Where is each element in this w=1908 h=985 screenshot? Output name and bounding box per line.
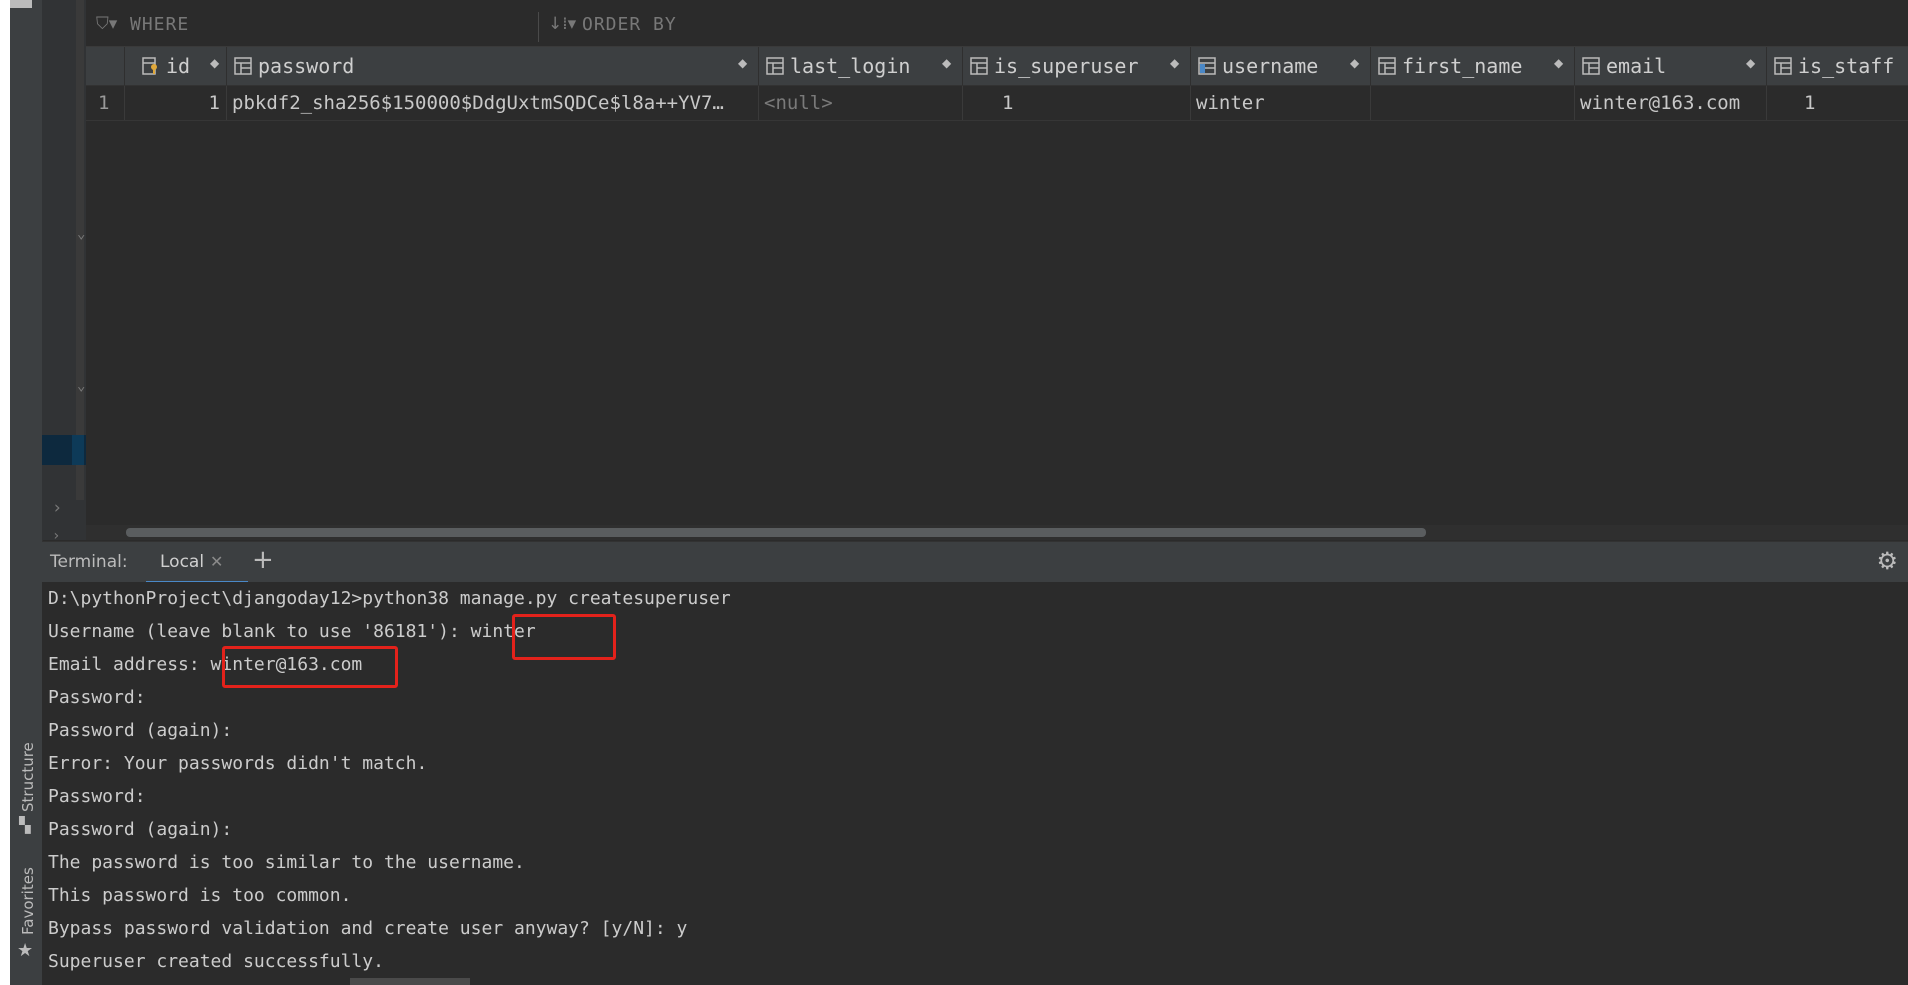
row-number: 1	[98, 92, 110, 114]
column-name: email	[1606, 54, 1667, 78]
sort-icon[interactable]: ↓⁞▾	[548, 14, 576, 34]
horizontal-scrollbar-thumb[interactable]	[126, 528, 1426, 537]
column-header-is-superuser[interactable]: is_superuser ◆	[962, 47, 1191, 85]
cell-last-login[interactable]: <null>	[758, 86, 963, 120]
structure-tab-label: Structure	[19, 742, 37, 812]
filter-divider	[538, 12, 539, 42]
column-header-username[interactable]: username ◆	[1190, 47, 1371, 85]
structure-tab[interactable]: Structure	[19, 742, 37, 812]
column-name: password	[258, 54, 355, 78]
cell-value: pbkdf2_sha256$150000$DdgUxtmSQDCe$l8a++Y…	[232, 92, 724, 114]
terminal-line: Error: Your passwords didn't match.	[48, 753, 428, 774]
cell-is-superuser[interactable]: 1	[962, 86, 1191, 120]
cell-value: 1	[1804, 92, 1816, 114]
gear-icon[interactable]: ⚙	[1876, 547, 1898, 575]
terminal-line: Password (again):	[48, 720, 233, 741]
terminal-scroll-thumb[interactable]	[350, 978, 470, 985]
column-header-first-name[interactable]: first_name ◆	[1370, 47, 1575, 85]
column-header-id[interactable]: id ◆	[124, 47, 227, 85]
terminal-title: Terminal:	[50, 552, 128, 572]
column-name: first_name	[1402, 54, 1523, 78]
cell-value: 1	[1002, 92, 1014, 114]
terminal-line: The password is too similar to the usern…	[48, 852, 525, 873]
add-tab-icon[interactable]: +	[252, 545, 274, 575]
terminal-line: Superuser created successfully.	[48, 951, 384, 972]
indexed-column-icon	[1198, 57, 1216, 75]
column-icon	[234, 57, 252, 75]
cell-value: <null>	[764, 92, 833, 114]
sort-toggle-icon[interactable]: ◆	[1554, 56, 1563, 70]
table-row[interactable]: 1 1 pbkdf2_sha256$150000$DdgUxtmSQDCe$l8…	[86, 86, 1908, 121]
column-icon	[970, 57, 988, 75]
side-tool-bar: Structure ▚ Favorites ★	[10, 0, 43, 985]
column-name: username	[1222, 54, 1319, 78]
star-icon: ★	[17, 940, 34, 961]
column-name: is_superuser	[994, 54, 1139, 78]
cell-value: winter@163.com	[1580, 92, 1741, 114]
column-icon	[1378, 57, 1396, 75]
cell-username[interactable]: winter	[1190, 86, 1371, 120]
cell-first-name[interactable]	[1370, 86, 1575, 120]
column-icon	[1582, 57, 1600, 75]
row-number-header	[86, 47, 125, 85]
sort-toggle-icon[interactable]: ◆	[1350, 56, 1359, 70]
fold-marker-icon[interactable]: ⌄	[77, 378, 85, 394]
terminal-line: Username (leave blank to use '86181'): w…	[48, 621, 536, 642]
terminal-line: Password:	[48, 786, 146, 807]
terminal-line: Bypass password validation and create us…	[48, 918, 688, 939]
terminal-line: Password (again):	[48, 819, 233, 840]
sort-toggle-icon[interactable]: ◆	[738, 56, 747, 70]
favorites-tab[interactable]: Favorites	[19, 867, 37, 935]
fold-marker-icon[interactable]: ⌄	[77, 226, 85, 242]
terminal-output[interactable]: D:\pythonProject\djangoday12>python38 ma…	[42, 582, 1908, 985]
column-name: last_login	[790, 54, 911, 78]
filter-icon[interactable]: ⛉▾	[96, 14, 117, 34]
table-header: id ◆ password ◆ last_login ◆ is_superuse…	[86, 47, 1908, 86]
column-header-last-login[interactable]: last_login ◆	[758, 47, 963, 85]
highlight-box-username	[512, 614, 616, 660]
terminal-tab-label: Local	[160, 552, 205, 572]
sort-toggle-icon[interactable]: ◆	[942, 56, 951, 70]
primary-key-column-icon	[142, 57, 157, 75]
row-number-cell[interactable]: 1	[86, 86, 125, 120]
window-edge	[0, 0, 10, 985]
order-by-input[interactable]: ORDER BY	[582, 14, 677, 35]
cell-value: 1	[208, 92, 220, 114]
gutter-scroll-rule	[76, 0, 84, 500]
cell-value: winter	[1196, 92, 1265, 114]
cell-password[interactable]: pbkdf2_sha256$150000$DdgUxtmSQDCe$l8a++Y…	[226, 86, 759, 120]
column-icon	[766, 57, 784, 75]
expand-chevron-icon[interactable]: ›	[52, 498, 62, 518]
sort-toggle-icon[interactable]: ◆	[1170, 56, 1179, 70]
column-icon	[1774, 57, 1792, 75]
sort-toggle-icon[interactable]: ◆	[210, 56, 219, 70]
structure-icon: ▚	[19, 816, 31, 834]
cell-is-staff[interactable]: 1	[1766, 86, 1908, 120]
favorites-tab-label: Favorites	[19, 867, 37, 935]
close-icon[interactable]: ✕	[210, 552, 223, 571]
column-header-email[interactable]: email ◆	[1574, 47, 1767, 85]
terminal-tab-local[interactable]: Local ✕	[146, 542, 248, 584]
top-tool-marker	[10, 0, 32, 8]
terminal-header: Terminal: Local ✕ + ⚙	[42, 541, 1908, 584]
sort-toggle-icon[interactable]: ◆	[1746, 56, 1755, 70]
column-header-is-staff[interactable]: is_staff	[1766, 47, 1908, 85]
gutter-selection-marker	[72, 435, 84, 465]
column-name: id	[166, 54, 191, 78]
where-filter-input[interactable]: WHERE	[130, 14, 189, 35]
highlight-box-email	[222, 646, 398, 688]
terminal-line: D:\pythonProject\djangoday12>python38 ma…	[48, 588, 731, 609]
terminal-line: Password:	[48, 687, 146, 708]
column-name: is_staff	[1798, 54, 1895, 78]
cell-email[interactable]: winter@163.com	[1574, 86, 1767, 120]
column-header-password[interactable]: password ◆	[226, 47, 759, 85]
cell-id[interactable]: 1	[124, 86, 227, 120]
filter-bar: ⛉▾ WHERE ↓⁞▾ ORDER BY	[86, 8, 1908, 47]
terminal-line: This password is too common.	[48, 885, 352, 906]
